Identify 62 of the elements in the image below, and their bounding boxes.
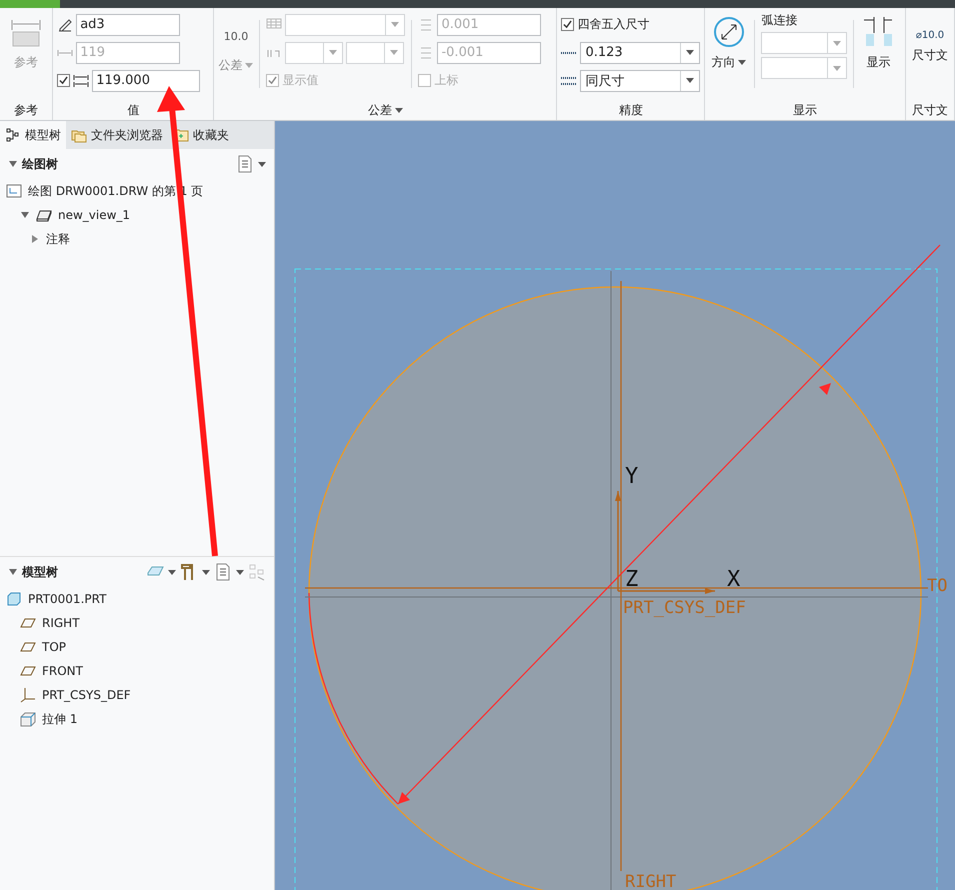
collapse-arrow-icon[interactable] (8, 567, 18, 577)
list-settings-icon[interactable] (236, 155, 254, 173)
round-checkbox[interactable] (561, 18, 574, 31)
group-label: 参考 (13, 102, 40, 119)
tree-item[interactable]: TOP (0, 635, 274, 659)
axis-label: X (727, 567, 740, 592)
caret-icon[interactable] (202, 570, 210, 574)
show-value-checkbox[interactable] (266, 74, 280, 87)
tree-item[interactable]: new_view_1 (0, 203, 274, 227)
group-label: 精度 (618, 102, 644, 119)
decimals-dropdown[interactable]: 0.123 (580, 42, 700, 64)
panel-tab[interactable]: 收藏夹 (168, 121, 234, 149)
sheet-icon (6, 183, 22, 199)
group-label: 尺寸文 (911, 102, 949, 119)
superscript-checkbox[interactable] (418, 74, 432, 87)
axis-label: Z (625, 567, 638, 592)
tolerance-menu[interactable]: 10.0 公差 (218, 10, 254, 93)
progress-strip (0, 0, 60, 8)
caret-icon[interactable] (236, 570, 244, 574)
tree-item[interactable]: 拉伸 1 (0, 707, 274, 731)
datum-label: RIGHT (625, 872, 676, 890)
tree-item[interactable]: 注释 (0, 227, 274, 251)
checkbox-label: 上标 (434, 72, 458, 89)
part-icon (6, 591, 22, 607)
tree-item[interactable]: FRONT (0, 659, 274, 683)
pencil-icon (57, 16, 74, 32)
tree-item[interactable]: RIGHT (0, 611, 274, 635)
show-button[interactable]: 显示 (860, 10, 896, 88)
witness-lines-icon (862, 16, 894, 48)
tree-item[interactable]: PRT0001.PRT (0, 587, 274, 611)
group-label: 值 (126, 102, 140, 119)
direction-button[interactable]: 方向 (709, 10, 748, 88)
tolerance-decimals-dropdown[interactable]: 同尺寸 (580, 70, 700, 92)
dimension-icon (73, 72, 90, 88)
panel-tab[interactable]: 文件夹浏览器 (66, 121, 168, 149)
expand-arrow-icon[interactable] (20, 210, 30, 220)
panel-tab[interactable]: 模型树 (0, 121, 66, 149)
extrude-block-icon (20, 711, 36, 727)
dimension-text-button[interactable]: ⌀10.0 尺寸文 (910, 10, 950, 70)
checkbox-label: 显示值 (282, 72, 318, 89)
caret-icon[interactable] (258, 162, 266, 166)
group-label: 显示 (792, 102, 818, 119)
tree-icon (5, 127, 21, 143)
tolerance-group-menu[interactable]: 公差 (368, 100, 403, 120)
tree-title: 模型树 (22, 564, 58, 580)
csys-label: PRT_CSYS_DEF (623, 598, 746, 618)
override-checkbox[interactable] (57, 74, 70, 87)
tree-item[interactable]: PRT_CSYS_DEF (0, 683, 274, 707)
axis-label: Y (625, 464, 638, 489)
name-field[interactable]: ad3 (76, 14, 180, 36)
collapse-arrow-icon[interactable] (8, 159, 18, 169)
datum-label: TO (927, 576, 948, 596)
caret-icon[interactable] (168, 570, 176, 574)
tolerance-decimals-icon (561, 76, 578, 86)
tree-title: 绘图树 (22, 156, 58, 172)
override-value-field[interactable]: 119.000 (92, 70, 200, 92)
coordinate-system-icon (20, 687, 36, 703)
decimals-icon (561, 50, 578, 54)
list-settings-icon[interactable] (214, 563, 232, 581)
arc-connection-label: 弧连接 (761, 12, 798, 29)
expand-arrow-icon[interactable] (30, 234, 40, 244)
checkbox-label: 四舍五入尺寸 (577, 16, 650, 33)
